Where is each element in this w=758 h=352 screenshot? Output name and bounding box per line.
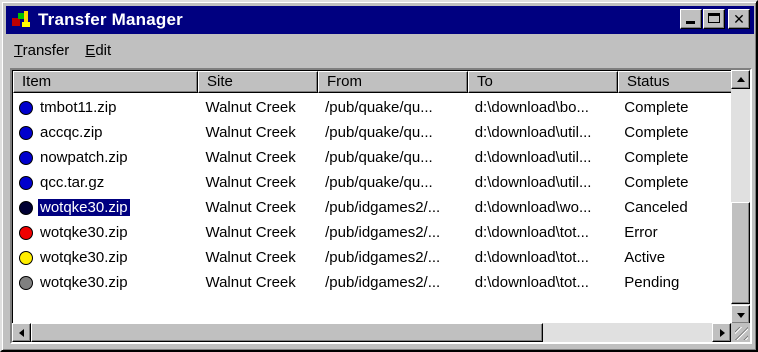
transfer-list[interactable]: Item Site From To Status tmbot11.zip Waln… [10,68,752,344]
scroll-up-button[interactable] [731,70,750,89]
cell-to: d:\download\util... [474,174,592,191]
cell-from: /pub/quake/qu... [325,124,433,141]
menu-bar: Transfer Edit [6,38,119,62]
cell-from: /pub/idgames2/... [325,274,441,291]
maximize-icon [708,13,720,23]
list-rows: tmbot11.zip Walnut Creek/pub/quake/qu... d… [13,95,731,295]
cell-to: d:\download\util... [474,149,592,166]
cell-to: d:\download\util... [474,124,592,141]
cell-site: Walnut Creek [205,124,296,141]
item-name: qcc.tar.gz [40,174,105,191]
column-header-to[interactable]: To [468,71,618,93]
status-dot-icon [19,175,33,190]
menu-transfer[interactable]: Transfer [6,42,77,59]
list-header: Item Site From To Status [13,71,733,93]
scroll-right-button[interactable] [712,323,731,342]
maximize-button[interactable] [703,9,725,29]
window-title: Transfer Manager [38,10,183,29]
cell-from: /pub/quake/qu... [325,149,433,166]
cell-to: d:\download\tot... [474,249,589,266]
cell-item[interactable]: wotqke30.zip [13,274,197,291]
status-dot-icon [19,225,33,240]
resize-grip-icon [735,327,748,340]
column-header-item[interactable]: Item [13,71,198,93]
menu-edit[interactable]: Edit [77,42,119,59]
cell-item[interactable]: accqc.zip [13,124,197,141]
table-row[interactable]: nowpatch.zip Walnut Creek/pub/quake/qu...… [13,145,731,170]
cell-site: Walnut Creek [205,199,296,216]
title-bar[interactable]: Transfer Manager ✕ [6,6,754,34]
item-name: wotqke30.zip [40,274,128,291]
cell-item[interactable]: wotqke30.zip [13,224,197,241]
table-row[interactable]: wotqke30.zip Walnut Creek/pub/idgames2/..… [13,270,731,295]
status-dot-icon [19,200,33,215]
cell-status: Error [624,224,658,241]
table-row[interactable]: wotqke30.zip Walnut Creek/pub/idgames2/..… [13,195,731,220]
cell-item[interactable]: tmbot11.zip [13,99,197,116]
vertical-scrollbar[interactable] [731,70,750,324]
arrow-down-icon [737,313,745,318]
horizontal-scroll-thumb[interactable] [31,323,543,342]
minimize-icon [686,21,695,24]
transfer-manager-icon[interactable] [10,9,34,31]
cell-status: Complete [624,149,689,166]
scroll-down-button[interactable] [731,305,750,324]
status-dot-icon [19,275,33,290]
cell-from: /pub/idgames2/... [325,199,441,216]
arrow-left-icon [19,329,24,337]
cell-status: Complete [624,124,689,141]
cell-status: Complete [624,99,689,116]
vertical-scroll-thumb[interactable] [731,202,750,304]
table-row[interactable]: qcc.tar.gz Walnut Creek/pub/quake/qu... d:… [13,170,731,195]
column-header-from[interactable]: From [318,71,468,93]
cell-status: Canceled [624,199,688,216]
item-name: wotqke30.zip [40,249,128,266]
close-button[interactable]: ✕ [728,9,750,29]
cell-site: Walnut Creek [205,174,296,191]
table-row[interactable]: wotqke30.zip Walnut Creek/pub/idgames2/..… [13,220,731,245]
status-dot-icon [19,100,33,115]
item-name: accqc.zip [40,124,103,141]
cell-site: Walnut Creek [205,99,296,116]
status-dot-icon [19,125,33,140]
item-name: nowpatch.zip [40,149,128,166]
cell-to: d:\download\wo... [474,199,592,216]
cell-to: d:\download\tot... [474,224,589,241]
table-row[interactable]: wotqke30.zip Walnut Creek/pub/idgames2/..… [13,245,731,270]
horizontal-scrollbar[interactable] [12,323,731,342]
status-dot-icon [19,250,33,265]
cell-site: Walnut Creek [205,274,296,291]
cell-status: Active [624,249,666,266]
cell-site: Walnut Creek [205,224,296,241]
cell-status: Complete [624,174,689,191]
cell-site: Walnut Creek [205,149,296,166]
item-name: wotqke30.zip [40,224,128,241]
cell-item[interactable]: wotqke30.zip [13,199,197,216]
column-header-status[interactable]: Status [618,71,733,93]
minimize-button[interactable] [680,9,702,29]
cell-item[interactable]: wotqke30.zip [13,249,197,266]
column-header-site[interactable]: Site [198,71,318,93]
status-dot-icon [19,150,33,165]
cell-to: d:\download\tot... [474,274,589,291]
cell-status: Pending [624,274,680,291]
arrow-up-icon [737,77,745,82]
table-row[interactable]: tmbot11.zip Walnut Creek/pub/quake/qu... d… [13,95,731,120]
cell-from: /pub/quake/qu... [325,99,433,116]
cell-item[interactable]: nowpatch.zip [13,149,197,166]
cell-item[interactable]: qcc.tar.gz [13,174,197,191]
size-grip[interactable] [731,323,750,342]
item-name: wotqke30.zip [37,199,131,216]
transfer-manager-window: Transfer Manager ✕ Transfer Edit Item Si… [0,0,758,352]
cell-from: /pub/quake/qu... [325,174,433,191]
cell-to: d:\download\bo... [474,99,589,116]
scroll-left-button[interactable] [12,323,31,342]
arrow-right-icon [720,329,725,337]
cell-from: /pub/idgames2/... [325,249,441,266]
close-icon: ✕ [733,10,745,27]
cell-site: Walnut Creek [205,249,296,266]
item-name: tmbot11.zip [40,99,117,116]
cell-from: /pub/idgames2/... [325,224,441,241]
table-row[interactable]: accqc.zip Walnut Creek/pub/quake/qu... d:\… [13,120,731,145]
